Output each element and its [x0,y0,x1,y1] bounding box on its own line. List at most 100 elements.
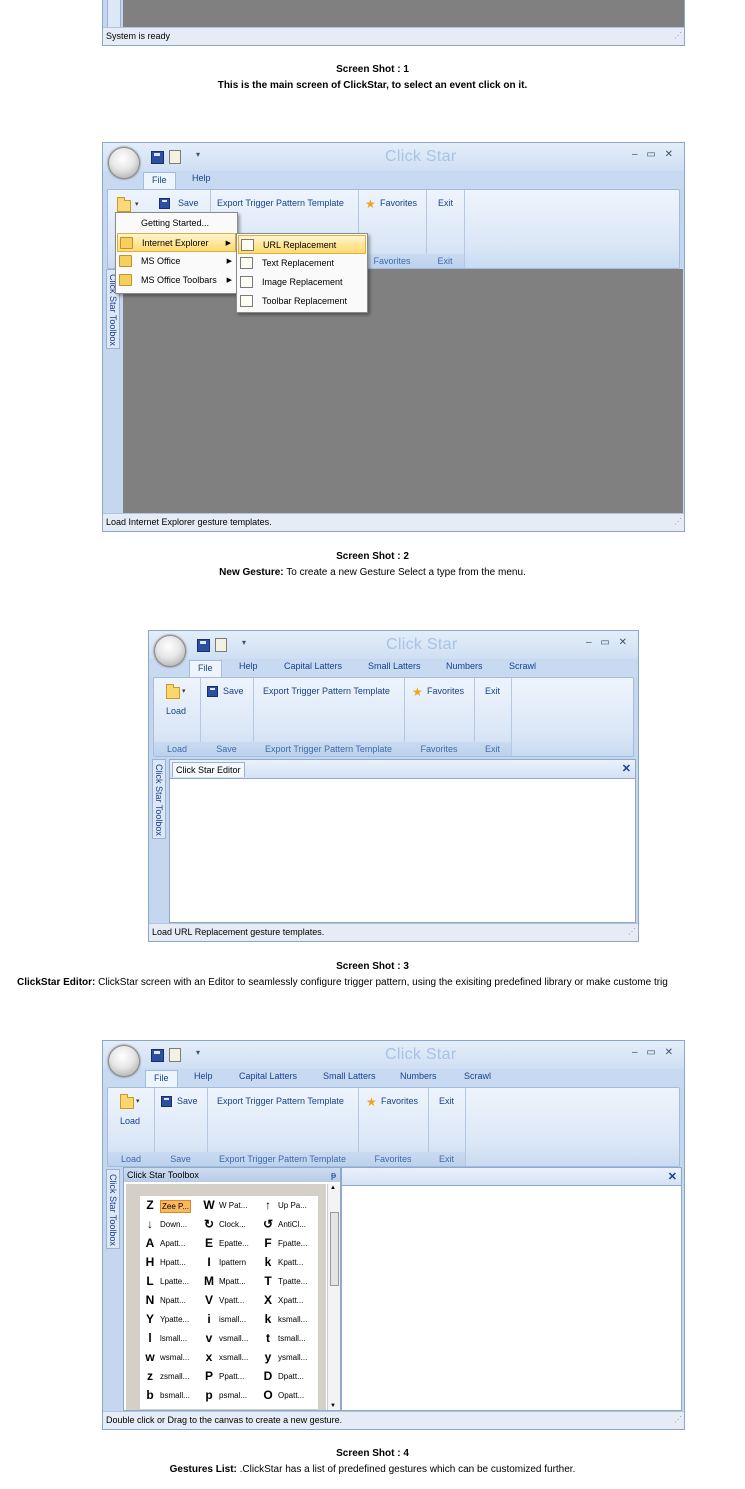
resize-grip-icon[interactable]: ⋰ [628,923,636,940]
window-controls[interactable]: – ▭ ✕ [586,637,630,648]
submenu-item-toolbar-replacement[interactable]: Toolbar Replacement [238,292,366,311]
tab-file[interactable]: File [145,1070,178,1087]
tab-capital-letters[interactable]: Capital Latters [239,1071,297,1081]
tab-scrawl[interactable]: Scrawl [509,661,536,671]
gesture-item[interactable]: Y Ypatte... [140,1310,198,1329]
favorites-button[interactable]: Favorites [381,1096,418,1106]
gesture-item[interactable]: i ismall... [199,1310,257,1329]
gesture-item[interactable]: E Epatte... [199,1234,257,1253]
gesture-item[interactable]: p psmal... [199,1386,257,1405]
gesture-item[interactable]: z zsmall... [140,1367,198,1386]
exit-button[interactable]: Exit [439,1096,454,1106]
customize-toolbar-icon[interactable]: ▾ [196,1048,200,1057]
gesture-item[interactable]: L Lpatte... [140,1272,198,1291]
tab-help[interactable]: Help [239,661,258,671]
gesture-item[interactable]: T Tpatte... [258,1272,316,1291]
gesture-item[interactable]: t tsmall... [258,1329,316,1348]
tab-small-letters[interactable]: Small Latters [323,1071,376,1081]
load-button[interactable]: Load [120,1116,140,1126]
chevron-down-icon[interactable]: ▾ [182,687,186,695]
tab-help[interactable]: Help [194,1071,213,1081]
gesture-item[interactable]: k ksmall... [258,1310,316,1329]
tab-file[interactable]: File [189,660,222,677]
tab-small-letters[interactable]: Small Latters [368,661,421,671]
gesture-item[interactable]: ↻ Clock... [199,1215,257,1234]
toolbox-scrollbar[interactable]: ▲ ▼ [327,1184,340,1410]
tab-numbers[interactable]: Numbers [400,1071,437,1081]
gesture-item[interactable]: M Mpatt... [199,1272,257,1291]
gesture-item[interactable]: l lsmall... [140,1329,198,1348]
submenu-item-url-replacement[interactable]: URL Replacement [238,235,366,254]
clipboard-icon[interactable] [215,638,227,652]
gesture-item[interactable]: ↓ Down... [140,1215,198,1234]
scroll-up-icon[interactable]: ▲ [330,1185,336,1191]
gesture-item[interactable]: Z Zee P... [140,1196,198,1215]
gesture-item[interactable]: ↑ Up Pa... [258,1196,316,1215]
gesture-item[interactable]: ↺ AntiCl... [258,1215,316,1234]
gesture-item[interactable]: b bsmall... [140,1386,198,1405]
save-icon[interactable] [151,151,164,164]
clipboard-icon[interactable] [169,150,181,164]
load-button[interactable]: Load [166,706,186,716]
exit-button[interactable]: Exit [438,198,453,208]
close-icon[interactable]: ✕ [622,762,631,775]
load-icon[interactable] [120,1094,134,1109]
gesture-item[interactable]: X Xpatt... [258,1291,316,1310]
gesture-item[interactable]: y ysmall... [258,1348,316,1367]
save-icon[interactable] [161,1096,172,1107]
chevron-down-icon[interactable]: ▾ [136,1097,140,1105]
gesture-item[interactable]: x xsmall... [199,1348,257,1367]
export-template-button[interactable]: Export Trigger Pattern Template [217,198,344,208]
resize-grip-icon[interactable]: ⋰ [674,27,682,44]
menu-item-ms-office-toolbars[interactable]: MS Office Toolbars ▶ [117,271,236,290]
star-icon[interactable]: ★ [366,1096,377,1108]
scroll-down-icon[interactable]: ▼ [330,1403,336,1409]
chevron-down-icon[interactable]: ▾ [135,200,139,208]
app-orb-button[interactable] [108,147,140,179]
save-button[interactable]: Save [223,686,244,696]
app-orb-button[interactable] [108,1045,140,1077]
window-controls[interactable]: – ▭ ✕ [632,1047,676,1058]
gesture-item[interactable]: v vsmall... [199,1329,257,1348]
gesture-item[interactable]: k Kpatt... [258,1253,316,1272]
star-icon[interactable]: ★ [365,198,376,210]
tab-help[interactable]: Help [192,173,211,183]
favorites-button[interactable]: Favorites [427,686,464,696]
export-template-button[interactable]: Export Trigger Pattern Template [217,1096,344,1106]
close-icon[interactable]: ✕ [668,1170,677,1183]
gesture-item[interactable]: A Apatt... [140,1234,198,1253]
main-canvas[interactable] [123,269,683,513]
gesture-item[interactable]: H Hpatt... [140,1253,198,1272]
pin-icon[interactable]: ᵽ [331,1168,336,1182]
submenu-item-text-replacement[interactable]: Text Replacement [238,254,366,273]
save-button[interactable]: Save [178,198,199,208]
editor-canvas[interactable] [170,779,635,922]
gesture-item[interactable]: D Dpatt... [258,1367,316,1386]
toolbox-side-tab[interactable] [107,0,121,28]
app-orb-button[interactable] [154,635,186,667]
toolbox-side-tab[interactable]: Click Star Toolbox [106,1169,120,1249]
load-icon[interactable] [117,197,131,212]
star-icon[interactable]: ★ [412,686,423,698]
save-button[interactable]: Save [177,1096,198,1106]
favorites-button[interactable]: Favorites [380,198,417,208]
submenu-item-image-replacement[interactable]: Image Replacement [238,273,366,292]
resize-grip-icon[interactable]: ⋰ [674,513,682,530]
window-controls[interactable]: – ▭ ✕ [632,149,676,160]
menu-item-internet-explorer[interactable]: Internet Explorer ▶ [117,233,236,252]
gesture-item[interactable]: F Fpatte... [258,1234,316,1253]
customize-toolbar-icon[interactable]: ▾ [242,638,246,647]
menu-item-getting-started[interactable]: Getting Started... [117,214,236,233]
tab-capital-letters[interactable]: Capital Latters [284,661,342,671]
tab-numbers[interactable]: Numbers [446,661,483,671]
editor-canvas[interactable] [342,1186,681,1410]
gesture-item[interactable]: W W Pat... [199,1196,257,1215]
customize-toolbar-icon[interactable]: ▾ [196,150,200,159]
gesture-item[interactable]: I Ipattern [199,1253,257,1272]
toolbox-side-tab[interactable]: Click Star Toolbox [152,759,166,839]
save-icon[interactable] [151,1049,164,1062]
gesture-item[interactable]: N Npatt... [140,1291,198,1310]
save-icon[interactable] [197,639,210,652]
menu-item-ms-office[interactable]: MS Office ▶ [117,252,236,271]
scroll-thumb[interactable] [330,1212,339,1286]
